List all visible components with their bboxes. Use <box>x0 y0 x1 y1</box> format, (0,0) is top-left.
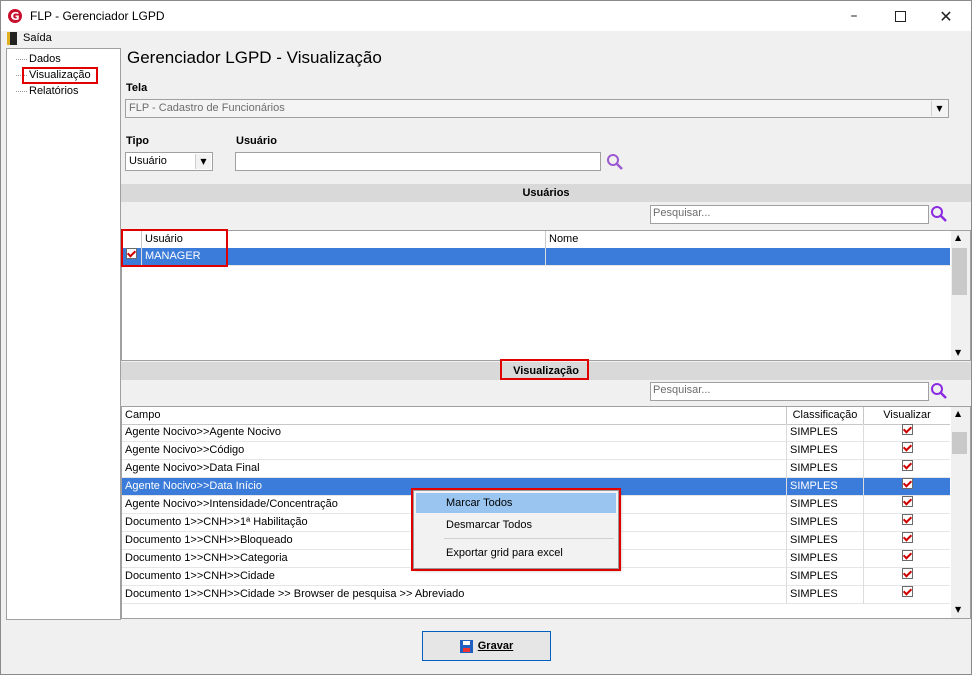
minimize-icon: – <box>850 8 858 24</box>
minimize-button[interactable]: – <box>831 1 877 31</box>
title-bar: G FLP - Gerenciador LGPD – ✕ <box>1 1 971 31</box>
cell-classificacao: SIMPLES <box>787 442 864 460</box>
menu-bar: Saída <box>1 31 971 47</box>
floppy-disk-icon <box>459 639 473 653</box>
scroll-down-icon[interactable]: ▼ <box>955 348 961 357</box>
table-row[interactable]: Agente Nocivo>>Agente Nocivo SIMPLES <box>122 424 950 442</box>
usuario-input[interactable] <box>235 152 601 171</box>
save-button-label: Gravar <box>477 640 514 652</box>
checkbox-checked-icon <box>901 586 913 597</box>
checkbox-checked-icon <box>901 550 913 561</box>
users-grid: Usuário Nome MANAGER ▲ ▼ <box>121 230 971 361</box>
cell-visualizar-checkbox[interactable] <box>864 424 950 442</box>
users-grid-header: Usuário Nome <box>122 231 950 249</box>
cell-visualizar-checkbox[interactable] <box>864 496 950 514</box>
menu-exit[interactable]: Saída <box>23 32 52 44</box>
tree-connector <box>16 59 27 60</box>
tela-select-value: FLP - Cadastro de Funcionários <box>129 102 285 114</box>
cell-classificacao: SIMPLES <box>787 532 864 550</box>
view-grid-scrollbar[interactable]: ▲ ▼ <box>951 407 970 618</box>
scroll-up-icon[interactable]: ▲ <box>955 409 961 418</box>
scroll-thumb[interactable] <box>952 432 967 454</box>
chevron-down-icon: ▼ <box>195 154 211 169</box>
search-icon[interactable] <box>930 205 948 223</box>
cell-classificacao: SIMPLES <box>787 550 864 568</box>
maximize-icon <box>894 10 906 22</box>
users-search-input[interactable]: Pesquisar... <box>650 205 929 224</box>
search-icon[interactable] <box>606 153 624 171</box>
checkbox-checked-icon <box>901 460 913 471</box>
tipo-label: Tipo <box>126 135 150 147</box>
checkbox-checked-icon <box>901 424 913 435</box>
column-header-visualizar[interactable]: Visualizar <box>864 407 950 424</box>
tree-connector <box>16 91 27 92</box>
users-grid-scrollbar[interactable]: ▲ ▼ <box>951 231 970 360</box>
checkbox-checked-icon <box>901 532 913 543</box>
cell-visualizar-checkbox[interactable] <box>864 478 950 496</box>
navigation-tree: Dados Visualização Relatórios <box>6 48 121 620</box>
column-header-campo[interactable]: Campo <box>122 407 787 424</box>
highlight-box <box>500 359 589 380</box>
checkbox-checked-icon <box>901 478 913 489</box>
column-header-classificacao[interactable]: Classificação <box>787 407 864 424</box>
close-button[interactable]: ✕ <box>923 1 969 31</box>
window-title: FLP - Gerenciador LGPD <box>30 9 165 23</box>
column-header-nome[interactable]: Nome <box>546 231 950 248</box>
cell-campo: Documento 1>>CNH>>Cidade >> Browser de p… <box>122 586 787 604</box>
cell-visualizar-checkbox[interactable] <box>864 586 950 604</box>
users-section-header: Usuários <box>121 184 971 202</box>
cell-campo: Agente Nocivo>>Agente Nocivo <box>122 424 787 442</box>
highlight-box <box>22 67 98 84</box>
highlight-box <box>121 229 228 267</box>
scroll-thumb[interactable] <box>952 248 967 295</box>
app-logo-icon: G <box>7 8 23 24</box>
checkbox-checked-icon <box>901 496 913 507</box>
tipo-select[interactable]: Usuário ▼ <box>125 152 213 171</box>
cell-visualizar-checkbox[interactable] <box>864 550 950 568</box>
cell-visualizar-checkbox[interactable] <box>864 568 950 586</box>
table-row[interactable]: Documento 1>>CNH>>Cidade >> Browser de p… <box>122 586 950 604</box>
tree-item-relatorios[interactable]: Relatórios <box>29 85 79 98</box>
view-grid-header: Campo Classificação Visualizar <box>122 407 950 425</box>
save-button[interactable]: Gravar <box>422 631 551 661</box>
tipo-select-value: Usuário <box>129 155 167 167</box>
checkbox-checked-icon <box>901 442 913 453</box>
cell-nome <box>546 248 950 266</box>
cell-classificacao: SIMPLES <box>787 460 864 478</box>
table-row[interactable]: MANAGER <box>122 248 950 266</box>
cell-campo: Agente Nocivo>>Data Final <box>122 460 787 478</box>
cell-visualizar-checkbox[interactable] <box>864 532 950 550</box>
view-search-input[interactable]: Pesquisar... <box>650 382 929 401</box>
scroll-down-icon[interactable]: ▼ <box>955 605 961 614</box>
exit-door-icon <box>7 32 17 45</box>
highlight-box <box>411 488 621 571</box>
maximize-button[interactable] <box>877 1 923 31</box>
cell-classificacao: SIMPLES <box>787 496 864 514</box>
tela-select[interactable]: FLP - Cadastro de Funcionários ▼ <box>125 99 949 118</box>
cell-classificacao: SIMPLES <box>787 424 864 442</box>
cell-classificacao: SIMPLES <box>787 586 864 604</box>
tree-item-dados[interactable]: Dados <box>29 53 61 66</box>
chevron-down-icon: ▼ <box>931 101 947 116</box>
main-window: G FLP - Gerenciador LGPD – ✕ Saída Dados… <box>0 0 972 675</box>
svg-text:G: G <box>10 10 19 23</box>
scroll-up-icon[interactable]: ▲ <box>955 233 961 242</box>
cell-campo: Agente Nocivo>>Código <box>122 442 787 460</box>
search-icon[interactable] <box>930 382 948 400</box>
close-icon: ✕ <box>939 6 953 26</box>
usuario-label: Usuário <box>236 135 277 147</box>
cell-classificacao: SIMPLES <box>787 478 864 496</box>
cell-classificacao: SIMPLES <box>787 514 864 532</box>
table-row[interactable]: Agente Nocivo>>Código SIMPLES <box>122 442 950 460</box>
table-row[interactable]: Agente Nocivo>>Data Final SIMPLES <box>122 460 950 478</box>
tela-label: Tela <box>126 82 148 94</box>
cell-visualizar-checkbox[interactable] <box>864 460 950 478</box>
cell-visualizar-checkbox[interactable] <box>864 442 950 460</box>
checkbox-checked-icon <box>901 568 913 579</box>
page-title: Gerenciador LGPD - Visualização <box>127 48 382 67</box>
cell-visualizar-checkbox[interactable] <box>864 514 950 532</box>
checkbox-checked-icon <box>901 514 913 525</box>
cell-classificacao: SIMPLES <box>787 568 864 586</box>
